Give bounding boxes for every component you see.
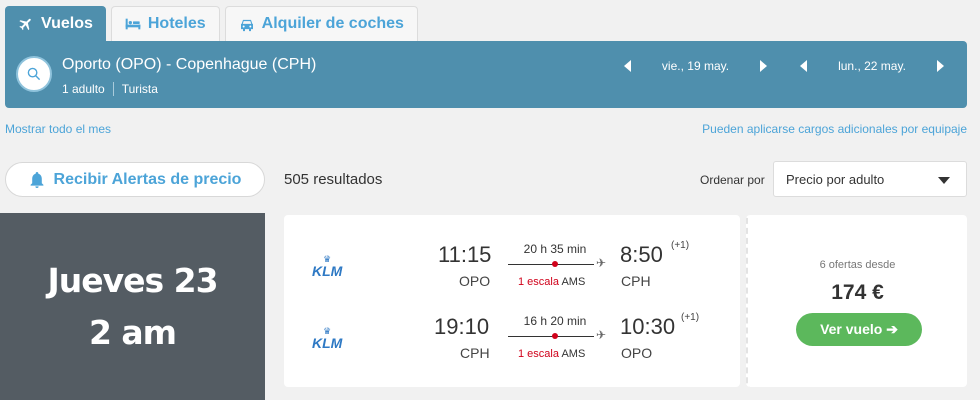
flight-result-card[interactable]: ♛ KLM 11:15 OPO 20 h 35 min ✈ 1 escala A… [284,215,740,387]
tab-flights[interactable]: Vuelos [5,6,106,42]
depart-date[interactable]: vie., 19 may. [631,59,760,73]
depart-time: 19:10 [434,314,490,339]
price-alerts-label: Recibir Alertas de precio [53,170,242,188]
tab-hotels[interactable]: Hoteles [110,6,220,41]
tab-car-rental-label: Alquiler de coches [261,15,404,32]
arrive-time: 10:30 [620,314,676,339]
airline-logo: ♛ KLM [312,327,343,351]
search-icon [27,67,41,81]
cabin-class: Turista [121,82,158,96]
depart-date-prev-icon[interactable] [624,60,631,72]
stop-airport: AMS [561,276,586,288]
depart-date-picker: vie., 19 may. [624,59,767,73]
tab-hotels-label: Hoteles [147,15,206,32]
search-tabs: Vuelos Hoteles Alquiler de coches [5,6,423,42]
airline-name: KLM [312,263,343,279]
return-date-picker: lun., 22 may. [800,59,944,73]
search-summary-bar: Oporto (OPO) - Copenhague (CPH) 1 adulto… [5,41,967,108]
stop-dot [552,261,558,267]
tab-car-rental[interactable]: Alquiler de coches [224,6,418,41]
stops-info: 1 escala AMS [518,348,585,360]
overlay-time: 2 am [88,312,177,352]
date-time-overlay: Jueves 23 2 am [0,213,265,400]
bed-icon [125,18,141,30]
outbound-leg: ♛ KLM 11:15 OPO 20 h 35 min ✈ 1 escala A… [284,239,740,299]
passenger-info[interactable]: 1 adulto Turista [62,82,158,96]
depart-date-next-icon[interactable] [760,60,767,72]
passengers-count: 1 adulto [62,82,105,96]
stops-count: 1 escala [518,276,559,288]
sort-label: Ordenar por [700,173,765,187]
price-panel: 6 ofertas desde 174 € Ver vuelo ➔ [746,215,967,387]
stop-dot [552,333,558,339]
return-date[interactable]: lun., 22 may. [807,59,937,73]
price: 174 € [831,281,884,304]
duration: 16 h 20 min [523,314,587,328]
tab-flights-label: Vuelos [41,15,93,32]
results-count: 505 resultados [284,171,383,188]
sort-select[interactable]: Precio por adulto [773,161,967,197]
arrive-day-offset: (+1) [681,312,700,323]
plane-icon: ✈ [596,256,607,270]
search-button[interactable] [16,56,52,92]
airline-name: KLM [312,335,343,351]
airplane-icon [19,18,31,31]
stops-count: 1 escala [518,348,559,360]
return-date-next-icon[interactable] [937,60,944,72]
stop-airport: AMS [561,348,586,360]
depart-airport: CPH [460,345,490,361]
depart-airport: OPO [459,273,491,289]
route-line [508,264,594,265]
route-line [508,336,594,337]
arrive-airport: OPO [621,345,653,361]
sort-selected-value: Precio por adulto [786,171,885,187]
stops-info: 1 escala AMS [518,276,585,288]
price-alerts-button[interactable]: Recibir Alertas de precio [5,162,265,197]
depart-time: 11:15 [438,242,492,267]
bell-icon [30,171,43,188]
plane-icon: ✈ [596,328,607,342]
show-month-link[interactable]: Mostrar todo el mes [5,122,111,136]
return-leg: ♛ KLM 19:10 CPH 16 h 20 min ✈ 1 escala A… [284,311,740,371]
arrive-day-offset: (+1) [671,240,690,251]
return-date-prev-icon[interactable] [800,60,807,72]
chevron-down-icon [938,177,950,184]
meta-divider [112,82,114,96]
duration: 20 h 35 min [523,242,587,256]
overlay-day: Jueves 23 [47,260,218,300]
arrive-airport: CPH [621,273,651,289]
view-flight-button[interactable]: Ver vuelo ➔ [796,313,922,346]
baggage-fees-link[interactable]: Pueden aplicarse cargos adicionales por … [702,122,967,136]
car-icon [240,19,253,31]
offers-count: 6 ofertas desde [819,259,896,271]
airline-logo: ♛ KLM [312,255,343,279]
arrive-time: 8:50 [620,242,663,267]
route-text[interactable]: Oporto (OPO) - Copenhague (CPH) [62,56,316,74]
